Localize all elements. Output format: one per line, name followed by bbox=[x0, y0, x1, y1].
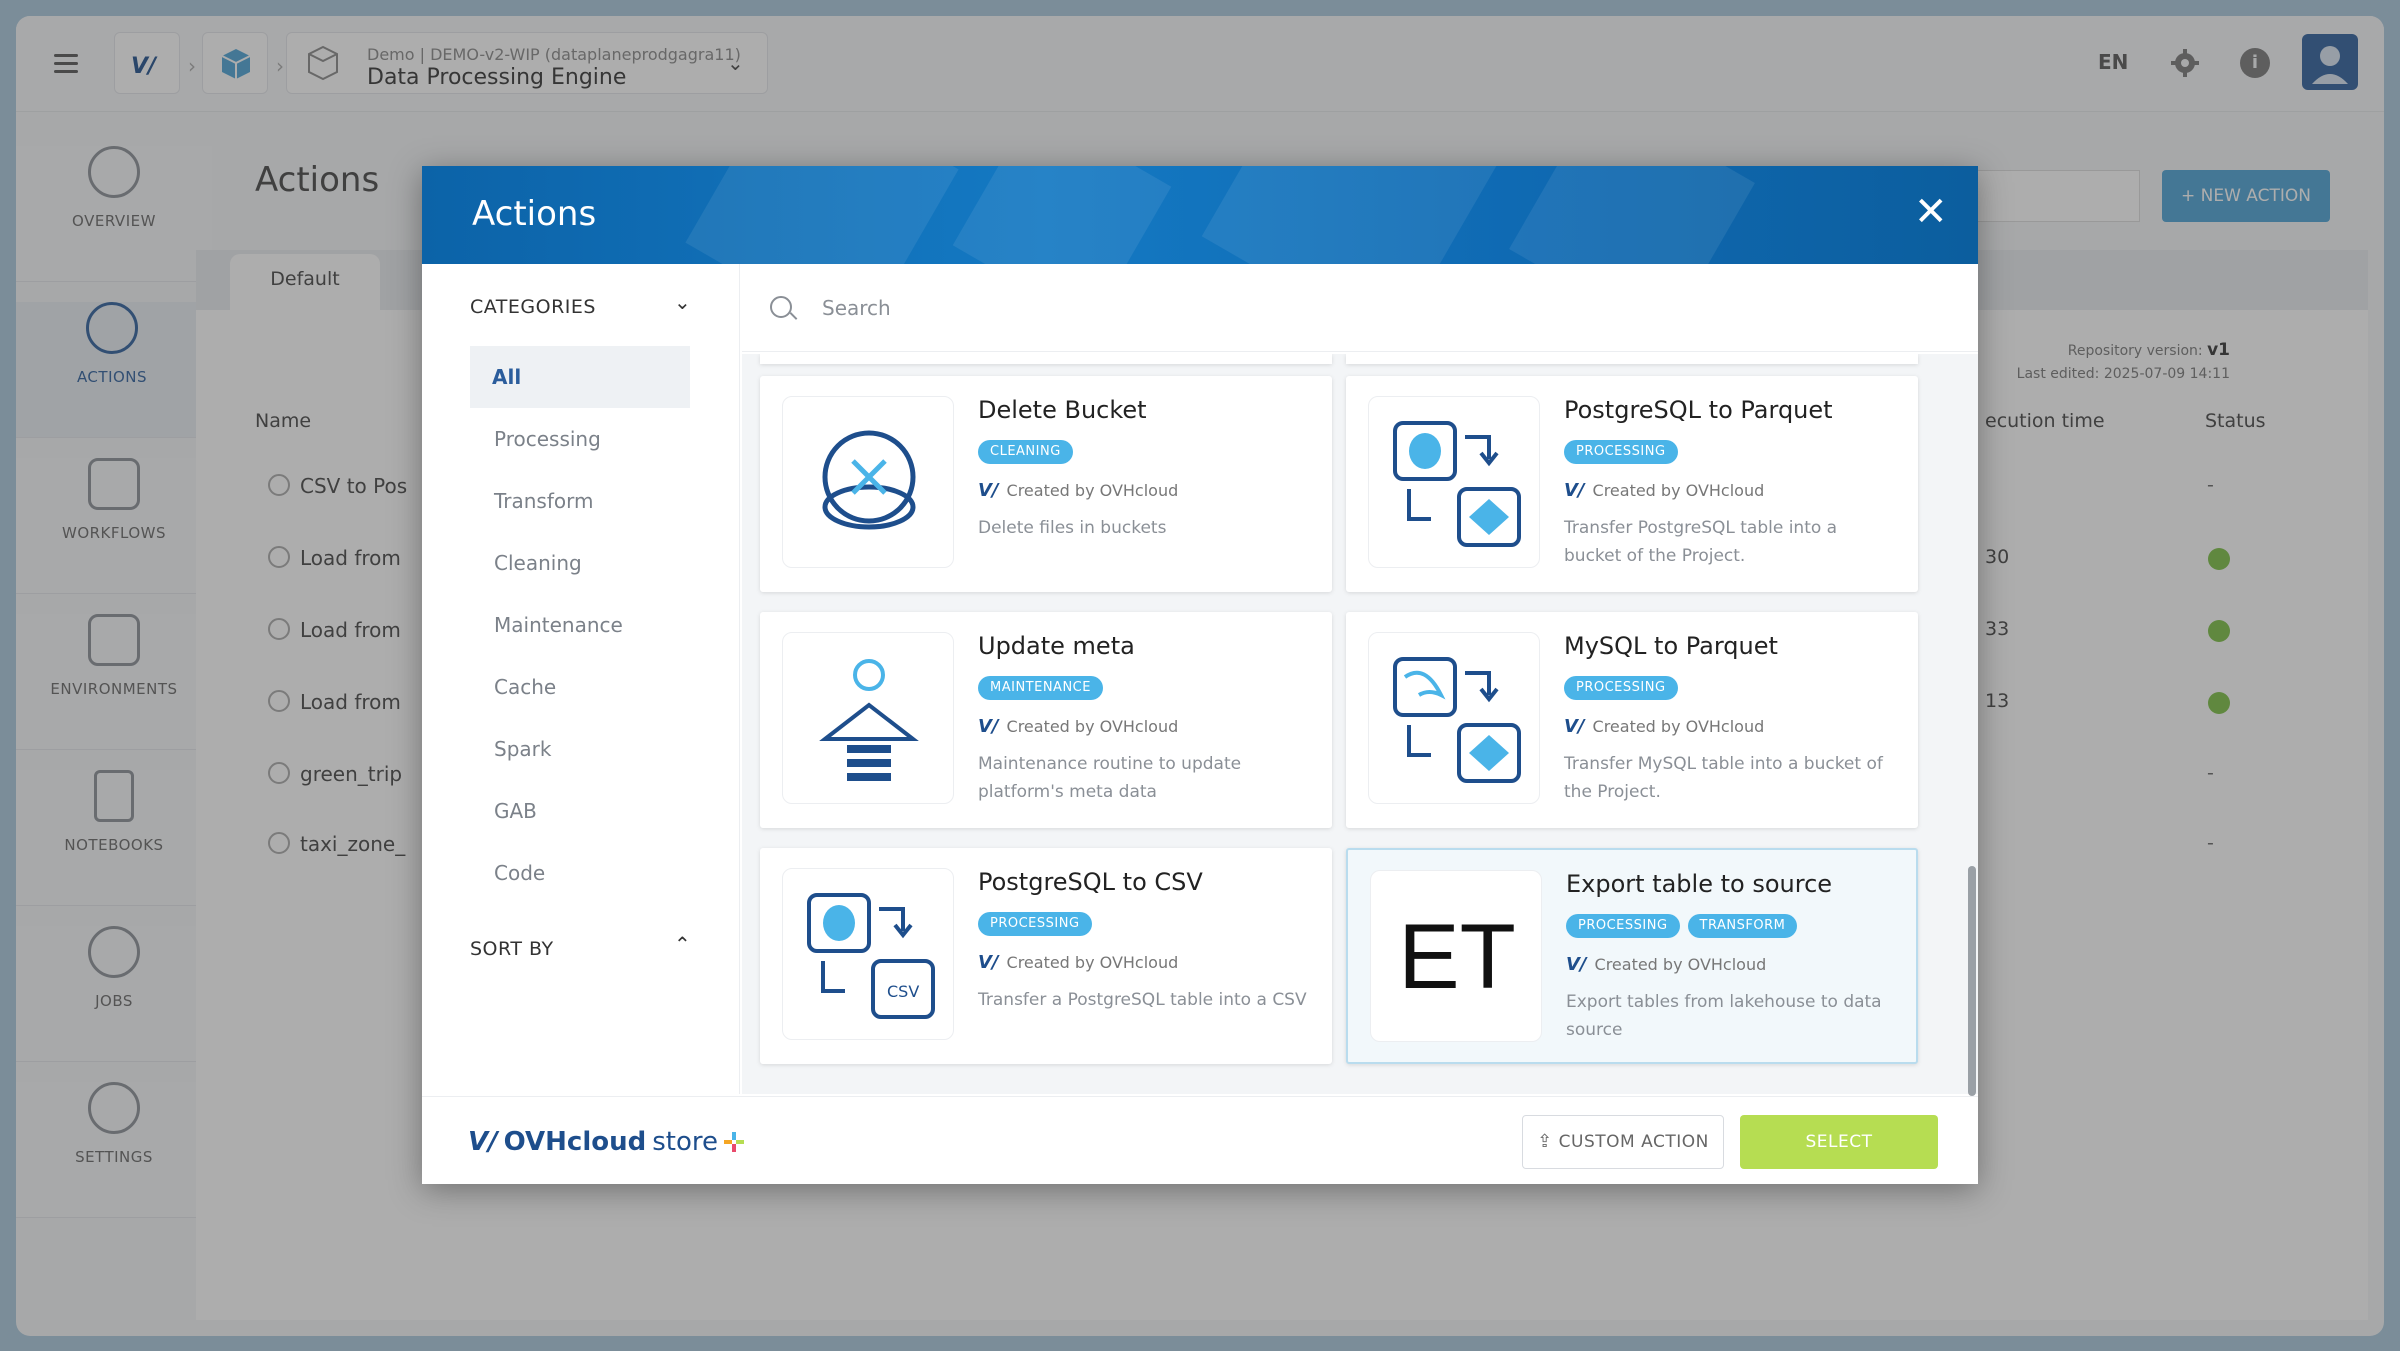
search-icon bbox=[770, 296, 792, 318]
close-icon[interactable]: ✕ bbox=[1914, 192, 1948, 232]
category-all[interactable]: All bbox=[470, 346, 690, 408]
card-description: Export tables from lakehouse to data sou… bbox=[1566, 992, 1882, 1040]
modal-header: Actions ✕ bbox=[422, 166, 1978, 264]
card-title: PostgreSQL to Parquet bbox=[1564, 396, 1833, 424]
mysql-parquet-icon bbox=[1368, 632, 1540, 804]
sparkle-icon bbox=[723, 1132, 744, 1152]
export-table-thumb: ET bbox=[1370, 870, 1542, 1042]
action-card-postgresql-to-parquet[interactable]: PostgreSQL to Parquet PROCESSING V/Creat… bbox=[1346, 376, 1918, 592]
category-code[interactable]: Code bbox=[470, 842, 690, 904]
category-badge: PROCESSING bbox=[978, 912, 1092, 936]
category-maintenance[interactable]: Maintenance bbox=[470, 594, 690, 656]
ovh-logo-icon: V/ bbox=[1566, 954, 1587, 975]
select-button[interactable]: SELECT bbox=[1740, 1115, 1938, 1169]
svg-text:CSV: CSV bbox=[887, 982, 919, 1001]
category-cache[interactable]: Cache bbox=[470, 656, 690, 718]
update-meta-icon bbox=[782, 632, 954, 804]
ovh-logo-icon: V/ bbox=[978, 480, 999, 501]
store-word: store bbox=[652, 1127, 718, 1157]
card-author: V/Created by OVHcloud bbox=[1564, 716, 1764, 737]
ovh-logo-icon: V/ bbox=[468, 1127, 498, 1157]
postgres-parquet-icon bbox=[1368, 396, 1540, 568]
postgres-csv-icon: CSV bbox=[782, 868, 954, 1040]
card-description: Transfer MySQL table into a bucket of th… bbox=[1564, 754, 1883, 802]
action-card-mysql-to-parquet[interactable]: MySQL to Parquet PROCESSING V/Created by… bbox=[1346, 612, 1918, 828]
card-title: Delete Bucket bbox=[978, 396, 1147, 424]
card-author: V/Created by OVHcloud bbox=[978, 952, 1178, 973]
modal-footer: V/ OVHcloud store ⇪ CUSTOM ACTION SELECT bbox=[422, 1096, 1978, 1184]
ovh-logo-icon: V/ bbox=[1564, 716, 1585, 737]
category-badge: PROCESSING bbox=[1564, 676, 1678, 700]
search-bar bbox=[742, 264, 1978, 352]
category-gab[interactable]: GAB bbox=[470, 780, 690, 842]
action-card-postgresql-to-csv[interactable]: CSV PostgreSQL to CSV PROCESSING V/Creat… bbox=[760, 848, 1332, 1064]
category-badge: PROCESSING bbox=[1564, 440, 1678, 464]
custom-action-label: CUSTOM ACTION bbox=[1558, 1132, 1709, 1152]
chevron-up-icon[interactable]: ⌃ bbox=[674, 932, 691, 956]
card-title: MySQL to Parquet bbox=[1564, 632, 1778, 660]
category-panel: CATEGORIES ⌄ All Processing Transform Cl… bbox=[422, 264, 740, 1094]
ovh-logo-icon: V/ bbox=[978, 716, 999, 737]
chevron-down-icon[interactable]: ⌄ bbox=[674, 290, 691, 314]
card-title: Export table to source bbox=[1566, 870, 1833, 898]
thumb-text: ET bbox=[1398, 906, 1516, 1008]
category-cleaning[interactable]: Cleaning bbox=[470, 532, 690, 594]
action-card-delete-bucket[interactable]: Delete Bucket CLEANING V/Created by OVHc… bbox=[760, 376, 1332, 592]
category-badge: MAINTENANCE bbox=[978, 676, 1103, 700]
delete-bucket-icon bbox=[782, 396, 954, 568]
card-title: PostgreSQL to CSV bbox=[978, 868, 1203, 896]
action-card-export-table-to-source[interactable]: ET Export table to source PROCESSING TRA… bbox=[1346, 848, 1918, 1064]
card-description: Transfer PostgreSQL table into a bucket … bbox=[1564, 518, 1838, 566]
ovh-logo-icon: V/ bbox=[1564, 480, 1585, 501]
author-text: Created by OVHcloud bbox=[1592, 717, 1765, 736]
category-badge: PROCESSING bbox=[1566, 914, 1680, 938]
card-partial bbox=[760, 354, 1332, 364]
category-spark[interactable]: Spark bbox=[470, 718, 690, 780]
category-transform[interactable]: Transform bbox=[470, 470, 690, 532]
scrollbar[interactable] bbox=[1968, 866, 1976, 1096]
action-card-update-meta[interactable]: Update meta MAINTENANCE V/Created by OVH… bbox=[760, 612, 1332, 828]
author-text: Created by OVHcloud bbox=[1006, 717, 1179, 736]
custom-action-button[interactable]: ⇪ CUSTOM ACTION bbox=[1522, 1115, 1724, 1169]
actions-modal: Actions ✕ CATEGORIES ⌄ All Processing Tr… bbox=[422, 166, 1978, 1184]
upload-icon: ⇪ bbox=[1537, 1131, 1553, 1152]
store-brand: OVHcloud bbox=[503, 1127, 647, 1157]
card-author: V/Created by OVHcloud bbox=[978, 480, 1178, 501]
author-text: Created by OVHcloud bbox=[1594, 955, 1767, 974]
card-author: V/Created by OVHcloud bbox=[1566, 954, 1766, 975]
card-author: V/Created by OVHcloud bbox=[978, 716, 1178, 737]
card-partial bbox=[1346, 354, 1918, 364]
category-badge: CLEANING bbox=[978, 440, 1073, 464]
author-text: Created by OVHcloud bbox=[1006, 953, 1179, 972]
modal-title: Actions bbox=[472, 194, 597, 234]
card-description: Delete files in buckets bbox=[978, 518, 1167, 538]
category-processing[interactable]: Processing bbox=[470, 408, 690, 470]
author-text: Created by OVHcloud bbox=[1006, 481, 1179, 500]
ovhcloud-store-logo: V/ OVHcloud store bbox=[468, 1127, 744, 1157]
category-badge: TRANSFORM bbox=[1687, 914, 1798, 938]
card-description: Transfer a PostgreSQL table into a CSV bbox=[978, 990, 1307, 1010]
search-input[interactable] bbox=[822, 286, 1522, 330]
sort-by-header[interactable]: SORT BY bbox=[470, 938, 554, 960]
ovh-logo-icon: V/ bbox=[978, 952, 999, 973]
author-text: Created by OVHcloud bbox=[1592, 481, 1765, 500]
action-card-grid: Delete Bucket CLEANING V/Created by OVHc… bbox=[742, 354, 1978, 1094]
card-title: Update meta bbox=[978, 632, 1135, 660]
card-author: V/Created by OVHcloud bbox=[1564, 480, 1764, 501]
card-description: Maintenance routine to update platform's… bbox=[978, 754, 1242, 802]
categories-header[interactable]: CATEGORIES bbox=[470, 296, 596, 318]
